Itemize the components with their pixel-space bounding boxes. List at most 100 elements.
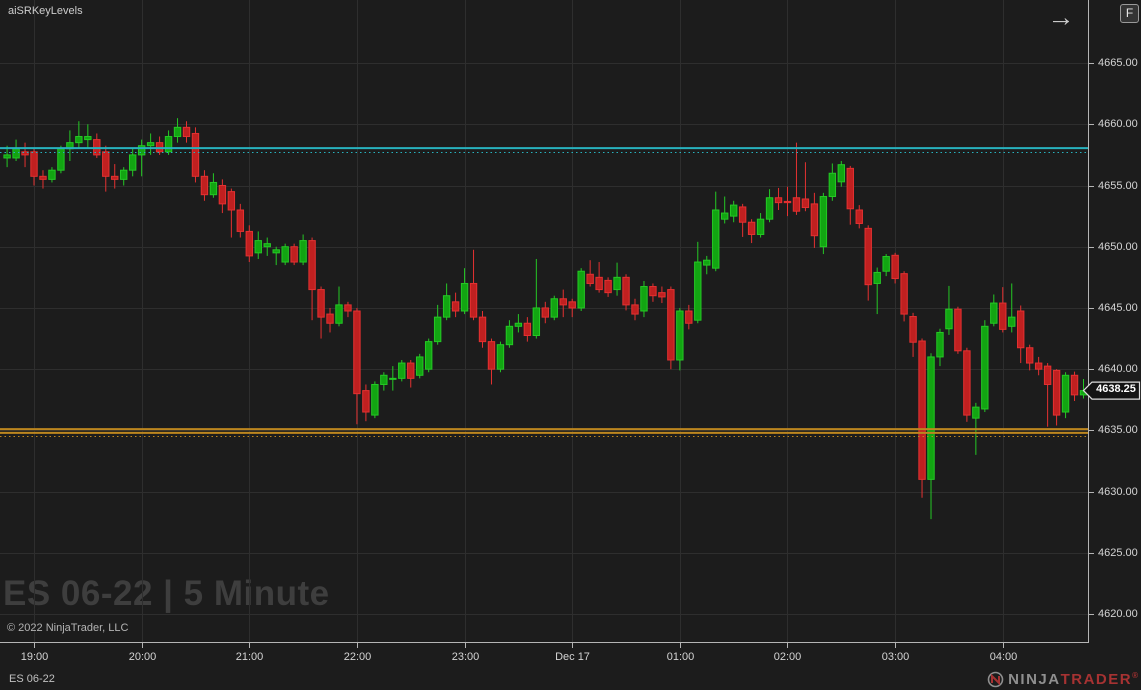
last-price-marker: 4638.25 [1093, 383, 1139, 395]
time-axis-label: Dec 17 [555, 651, 590, 663]
candle-body [399, 363, 405, 378]
time-axis[interactable]: 19:0020:0021:0022:0023:00Dec 1701:0002:0… [0, 643, 1141, 671]
candle-body [730, 205, 736, 216]
time-axis-label: 20:00 [129, 651, 157, 663]
candle-body [829, 173, 835, 196]
candle-body [408, 363, 414, 378]
candle-body [309, 241, 315, 290]
candle-body [632, 305, 638, 314]
price-axis-label: 4625.00 [1098, 547, 1138, 559]
candle-body [820, 197, 826, 247]
candle-body [847, 168, 853, 208]
candle-body [542, 308, 548, 317]
candle-body [147, 143, 153, 146]
time-axis-label: 03:00 [882, 651, 910, 663]
candle-body [766, 198, 772, 219]
candle-body [363, 391, 369, 412]
time-axis-label: 02:00 [774, 651, 802, 663]
gridlines [0, 0, 1088, 642]
candle-body [838, 165, 844, 182]
price-axis-label: 4660.00 [1098, 118, 1138, 130]
candle-body [874, 272, 880, 283]
copyright-text: © 2022 NinjaTrader, LLC [7, 622, 128, 634]
candle-body [31, 152, 37, 176]
candle-body [470, 283, 476, 317]
candle-body [452, 302, 458, 311]
candle-body [892, 255, 898, 278]
candle-body [112, 176, 118, 179]
candle-body [1044, 366, 1050, 384]
candle-body [748, 222, 754, 234]
price-axis[interactable]: 4665.004660.004655.004650.004645.004640.… [1089, 0, 1141, 642]
candle-body [695, 262, 701, 320]
time-axis-label: 21:00 [236, 651, 264, 663]
tab-es-06-22[interactable]: ES 06-22 [9, 673, 55, 685]
candle-body [461, 283, 467, 311]
candle-body [1062, 375, 1068, 412]
candle-body [327, 314, 333, 323]
candle-body [165, 137, 171, 152]
candle-body [928, 357, 934, 479]
candle-body [722, 213, 728, 219]
candle-body [937, 332, 943, 356]
candle-body [246, 231, 252, 255]
candle-body [623, 277, 629, 305]
candle-body [1009, 317, 1015, 326]
price-axis-label: 4630.00 [1098, 486, 1138, 498]
candle-body [291, 247, 297, 262]
candle-body [811, 204, 817, 236]
candle-body [237, 210, 243, 231]
candle-body [784, 201, 790, 202]
candle-body [121, 170, 127, 179]
candle-body [587, 274, 593, 283]
candle-body [686, 311, 692, 323]
candle-body [13, 149, 19, 158]
candle-body [757, 219, 763, 234]
candle-body [1035, 363, 1041, 369]
candle-body [1053, 370, 1059, 415]
candle-body [264, 244, 270, 247]
candle-body [578, 271, 584, 308]
fit-scale-button[interactable]: F [1120, 4, 1139, 23]
candle-body [569, 302, 575, 308]
candle-body [318, 290, 324, 318]
candle-body [372, 384, 378, 415]
candle-body [533, 308, 539, 336]
candle-body [856, 210, 862, 223]
candle-body [515, 323, 521, 326]
candle-body [901, 274, 907, 314]
ninjatrader-logo-icon [987, 671, 1004, 688]
candle-body [551, 299, 557, 317]
candle-body [138, 146, 144, 155]
jump-to-latest-icon[interactable]: → [1044, 2, 1078, 34]
brand-trader-text: TRADER [1061, 672, 1133, 688]
price-axis-label: 4665.00 [1098, 57, 1138, 69]
candle-body [40, 176, 46, 179]
candle-body [1000, 303, 1006, 329]
candlestick-chart[interactable] [0, 0, 1141, 690]
candle-body [4, 155, 10, 158]
candle-body [704, 260, 710, 265]
candle-body [210, 182, 216, 194]
candle-body [103, 152, 109, 176]
candle-body [417, 357, 423, 375]
candle-body [605, 280, 611, 292]
time-axis-label: 22:00 [344, 651, 372, 663]
brand-registered-mark: ® [1132, 671, 1138, 680]
price-axis-label: 4655.00 [1098, 180, 1138, 192]
candle-body [174, 127, 180, 136]
candle-body [76, 137, 82, 143]
candle-body [910, 317, 916, 343]
candle-body [219, 186, 225, 204]
candle-body [973, 407, 979, 418]
candle-body [524, 323, 530, 335]
candle-body [793, 198, 799, 211]
candle-body [381, 375, 387, 384]
candle-body [345, 305, 351, 311]
time-axis-label: 04:00 [990, 651, 1018, 663]
candle-body [273, 250, 279, 253]
candles [4, 118, 1087, 519]
candle-body [425, 342, 431, 370]
time-axis-label: 19:00 [21, 651, 49, 663]
candle-body [354, 311, 360, 394]
